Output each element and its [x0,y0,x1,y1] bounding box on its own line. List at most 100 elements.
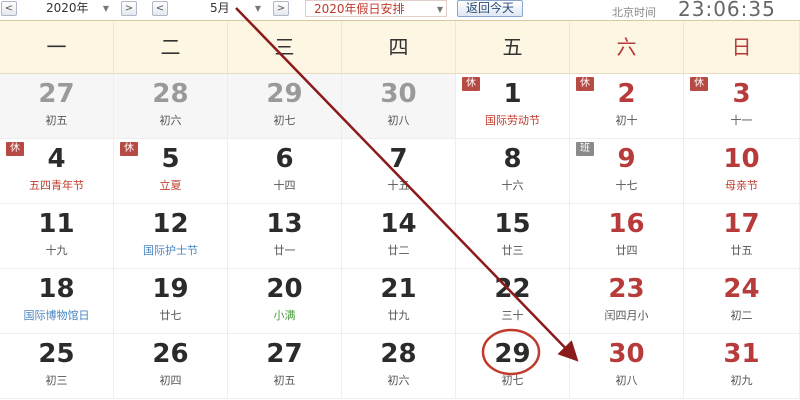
lunar-or-festival-label: 廿一 [273,244,296,257]
next-month-button[interactable]: > [273,1,289,16]
calendar-day-cell[interactable]: 20 小满 [228,269,342,334]
calendar-day-cell[interactable]: 17 廿五 [684,204,800,269]
lunar-or-festival-label: 十九 [45,244,68,257]
calendar-day-cell[interactable]: 休 5 立夏 [114,139,228,204]
calendar-day-cell[interactable]: 16 廿四 [570,204,684,269]
lunar-or-festival-label: 小满 [273,309,296,322]
calendar-day-cell[interactable]: 12 国际护士节 [114,204,228,269]
day-number: 14 [380,209,417,239]
day-number: 25 [38,339,75,369]
calendar-day-cell[interactable]: 24 初二 [684,269,800,334]
day-number: 27 [266,339,303,369]
month-value: 5月 [210,1,230,15]
lunar-or-festival-label: 立夏 [159,179,182,192]
lunar-or-festival-label: 廿二 [387,244,410,257]
weekday-header: 一二三四五六日 [0,21,800,74]
calendar-day-cell[interactable]: 8 十六 [456,139,570,204]
calendar-day-cell[interactable]: 25 初三 [0,334,114,399]
day-number: 27 [38,79,75,109]
lunar-or-festival-label: 十一 [730,114,753,127]
calendar-day-cell[interactable]: 27 初五 [228,334,342,399]
lunar-or-festival-label: 初五 [273,374,296,387]
calendar-day-cell[interactable]: 19 廿七 [114,269,228,334]
day-number: 10 [723,144,760,174]
lunar-or-festival-label: 初七 [273,114,296,127]
weekday-label: 二 [114,21,228,73]
chevron-down-icon: ▼ [436,5,443,14]
day-number: 13 [266,209,303,239]
calendar-day-cell[interactable]: 11 十九 [0,204,114,269]
calendar-day-cell[interactable]: 29 初七 [228,74,342,139]
prev-year-button[interactable]: < [1,1,17,16]
lunar-or-festival-label: 国际护士节 [143,244,198,257]
calendar-day-cell[interactable]: 10 母亲节 [684,139,800,204]
lunar-or-festival-label: 廿九 [387,309,410,322]
lunar-or-festival-label: 十七 [615,179,638,192]
year-select[interactable]: 2020年 ▼ [20,0,112,17]
lunar-or-festival-label: 三十 [501,309,524,322]
calendar-day-cell[interactable]: 22 三十 [456,269,570,334]
calendar-day-cell[interactable]: 休 1 国际劳动节 [456,74,570,139]
day-number: 28 [380,339,417,369]
next-year-button[interactable]: > [121,1,137,16]
month-select[interactable]: 5月 ▼ [172,0,264,17]
calendar-day-cell[interactable]: 30 初八 [570,334,684,399]
calendar-day-cell[interactable]: 30 初八 [342,74,456,139]
day-number: 28 [152,79,189,109]
lunar-or-festival-label: 初三 [45,374,68,387]
day-number: 17 [723,209,760,239]
calendar-day-cell[interactable]: 28 初六 [342,334,456,399]
lunar-or-festival-label: 初六 [159,114,182,127]
lunar-or-festival-label: 国际劳动节 [485,114,540,127]
lunar-or-festival-label: 初八 [615,374,638,387]
calendar-day-cell[interactable]: 31 初九 [684,334,800,399]
calendar-day-cell[interactable]: 13 廿一 [228,204,342,269]
calendar-toolbar: < 2020年 ▼ > < 5月 ▼ > 2020年假日安排 ▼ 返回今天 北京… [0,0,800,21]
back-to-today-button[interactable]: 返回今天 [457,0,523,17]
lunar-or-festival-label: 十六 [501,179,524,192]
day-number: 30 [608,339,645,369]
day-number: 31 [723,339,760,369]
calendar-day-cell[interactable]: 21 廿九 [342,269,456,334]
day-number: 20 [266,274,303,304]
calendar-day-cell[interactable]: 6 十四 [228,139,342,204]
lunar-or-festival-label: 十五 [387,179,410,192]
day-number: 29 [266,79,303,109]
calendar-day-cell[interactable]: 休 4 五四青年节 [0,139,114,204]
calendar-day-cell[interactable]: 休 3 十一 [684,74,800,139]
chevron-down-icon: ▼ [102,4,109,13]
lunar-or-festival-label: 十四 [273,179,296,192]
day-number: 30 [380,79,417,109]
day-number: 29 [494,339,531,369]
day-number: 18 [38,274,75,304]
lunar-or-festival-label: 廿四 [615,244,638,257]
day-number: 9 [617,144,636,174]
holiday-select[interactable]: 2020年假日安排 ▼ [305,0,447,17]
lunar-or-festival-label: 廿五 [730,244,753,257]
lunar-or-festival-label: 廿七 [159,309,182,322]
lunar-or-festival-label: 初十 [615,114,638,127]
weekday-label: 日 [684,21,800,73]
beijing-time-label: 北京时间 [612,6,656,19]
weekday-label: 三 [228,21,342,73]
lunar-or-festival-label: 初九 [730,374,753,387]
calendar-day-cell[interactable]: 14 廿二 [342,204,456,269]
day-number: 22 [494,274,531,304]
calendar-day-cell[interactable]: 27 初五 [0,74,114,139]
calendar-day-cell[interactable]: 26 初四 [114,334,228,399]
day-number: 5 [161,144,180,174]
day-number: 23 [608,274,645,304]
prev-month-button[interactable]: < [152,1,168,16]
calendar-day-cell[interactable]: 23 闰四月小 [570,269,684,334]
calendar-day-cell[interactable]: 15 廿三 [456,204,570,269]
calendar-day-cell[interactable]: 28 初六 [114,74,228,139]
weekday-label: 六 [570,21,684,73]
calendar-day-cell[interactable]: 7 十五 [342,139,456,204]
lunar-or-festival-label: 初六 [387,374,410,387]
calendar-day-cell[interactable]: 休 2 初十 [570,74,684,139]
day-number: 21 [380,274,417,304]
calendar-day-cell[interactable]: 班 9 十七 [570,139,684,204]
calendar-day-cell[interactable]: 29 初七 [456,334,570,399]
calendar-day-cell[interactable]: 18 国际博物馆日 [0,269,114,334]
day-number: 26 [152,339,189,369]
